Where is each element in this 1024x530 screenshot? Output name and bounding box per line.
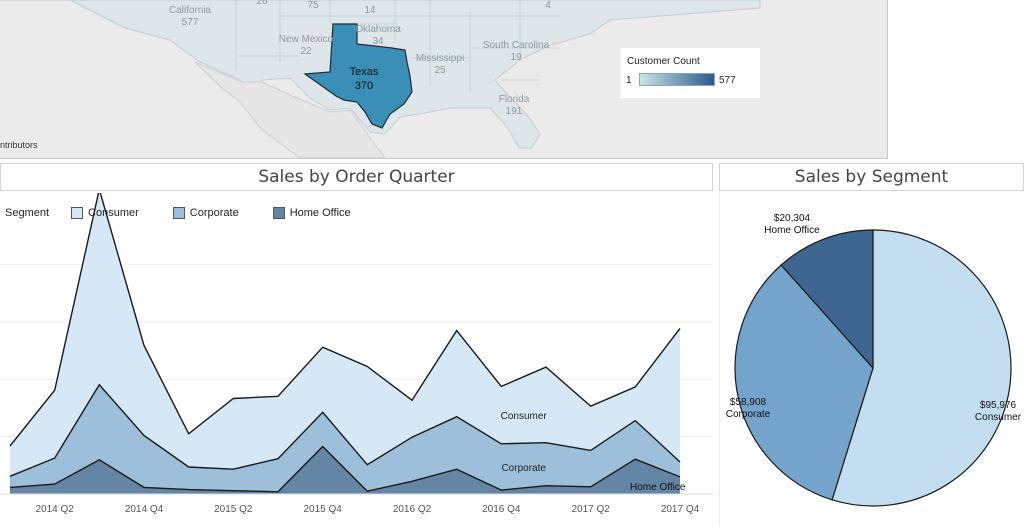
x-tick-label: 2014 Q4 [125,504,164,515]
pie-name-label-home-office: Home Office [764,225,820,236]
pie-chart-panel[interactable]: $95,976 Consumer $58,908 Corporate $20,304 Ho… [719,193,1024,525]
legend-title: Customer Count [627,56,700,67]
legend-min-value: 1 [626,75,632,86]
pie-name-label-corporate: Corporate [726,409,771,420]
x-tick-label: 2017 Q2 [572,504,611,515]
state-label-new-mexico: New Mexico [279,34,334,45]
state-label-mississippi: Mississippi [416,53,464,64]
pie-value-label-home-office: $20,304 [774,213,811,224]
area-label-corporate: Corporate [501,463,546,474]
state-value-south-carolina: 19 [510,52,522,63]
legend-max-value: 577 [719,75,736,86]
area-chart[interactable]: 2014 Q2 2014 Q4 2015 Q2 2015 Q4 2016 Q2 2016 … [0,189,713,525]
state-value-unnamed-3: 14 [364,5,376,16]
legend-label-consumer: Consumer [88,207,139,219]
legend-item-consumer[interactable]: Consumer [71,207,139,219]
state-value-unnamed-4: 4 [545,0,551,11]
area-chart-panel[interactable]: 2014 Q2 2014 Q4 2015 Q2 2015 Q4 2016 Q2 2016 … [0,189,713,525]
pie-value-label-consumer: $95,976 [980,400,1017,411]
customer-count-legend: Customer Count 1 577 [620,48,760,98]
segment-legend[interactable]: Segment Consumer Corporate Home Office [0,205,385,221]
state-value-oklahoma: 34 [372,36,384,47]
pie-value-label-corporate: $58,908 [730,397,767,408]
map-attribution[interactable]: ntributors [0,140,38,150]
x-tick-label: 2017 Q4 [661,504,700,515]
state-value-unnamed-1: 26 [256,0,268,7]
legend-color-ramp [639,73,715,86]
state-value-texas: 370 [355,80,373,92]
legend-swatch-corporate [172,207,185,219]
x-tick-label: 2016 Q2 [393,504,432,515]
area-chart-title: Sales by Order Quarter [0,163,713,191]
pie-chart-title: Sales by Segment [719,163,1024,191]
legend-item-corporate[interactable]: Corporate [172,207,239,219]
legend-swatch-home-office [272,207,285,219]
legend-label-home-office: Home Office [289,207,351,219]
state-value-unnamed-2: 75 [307,0,319,11]
state-label-texas: Texas [350,66,379,78]
legend-label-corporate: Corporate [189,207,239,219]
x-tick-label: 2014 Q2 [36,504,75,515]
blank-area [888,0,1024,160]
x-tick-label: 2015 Q4 [304,504,343,515]
state-label-florida: Florida [499,94,530,105]
x-tick-label: 2016 Q4 [482,504,521,515]
segment-legend-title: Segment [5,207,50,219]
area-label-home-office: Home Office [630,482,686,493]
pie-chart[interactable]: $95,976Consumer $58,908Corporate $20,304Ho… [720,193,1024,525]
state-value-california: 577 [182,17,199,28]
x-tick-label: 2015 Q2 [214,504,253,515]
pie-name-label-consumer: Consumer [975,412,1022,423]
area-label-consumer: Consumer [501,411,548,422]
state-value-new-mexico: 22 [300,46,312,57]
state-value-florida: 191 [506,106,523,117]
state-label-oklahoma: Oklahoma [355,24,401,35]
state-label-california: California [169,5,212,16]
state-value-mississippi: 25 [434,65,446,76]
map-panel[interactable]: California 577 26 75 14 New Mexico 22 Ok… [0,0,888,159]
legend-swatch-consumer [71,207,84,219]
legend-item-home-office[interactable]: Home Office [272,207,351,219]
state-label-south-carolina: South Carolina [483,40,550,51]
